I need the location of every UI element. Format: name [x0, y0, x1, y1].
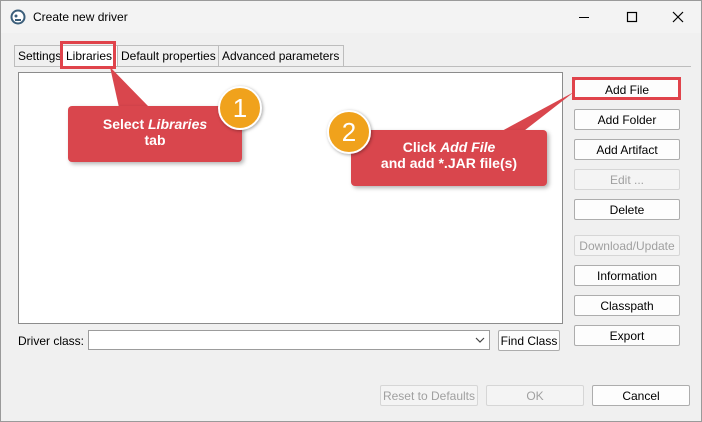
chevron-down-icon [475, 337, 485, 343]
driver-class-combo[interactable] [88, 330, 490, 350]
window-title: Create new driver [33, 10, 128, 24]
step2-badge: 2 [327, 110, 371, 154]
reset-defaults-button[interactable]: Reset to Defaults [380, 385, 478, 406]
delete-button[interactable]: Delete [574, 199, 680, 220]
add-folder-button[interactable]: Add Folder [574, 109, 680, 130]
add-artifact-button[interactable]: Add Artifact [574, 139, 680, 160]
classpath-button[interactable]: Classpath [574, 295, 680, 316]
callout2-emphasis: Add File [440, 139, 496, 155]
close-button[interactable] [655, 1, 701, 33]
callout1-line2: tab [144, 132, 166, 148]
minimize-icon [579, 17, 589, 18]
callout-add-file: Click Add File and add *.JAR file(s) [351, 130, 547, 186]
callout1-text: Select [102, 116, 148, 132]
tab-default-properties[interactable]: Default properties [117, 45, 221, 67]
callout-select-libraries: Select Libraries tab [68, 106, 242, 162]
export-button[interactable]: Export [574, 325, 680, 346]
maximize-button[interactable] [609, 1, 655, 33]
ok-button[interactable]: OK [486, 385, 584, 406]
title-bar: Create new driver [1, 1, 701, 33]
information-button[interactable]: Information [574, 265, 680, 286]
minimize-button[interactable] [561, 1, 607, 33]
driver-class-label: Driver class: [18, 334, 85, 348]
tab-advanced-parameters[interactable]: Advanced parameters [218, 45, 344, 67]
step1-badge: 1 [218, 86, 262, 130]
cancel-button[interactable]: Cancel [592, 385, 690, 406]
dbeaver-app-icon [10, 9, 26, 25]
callout1-emphasis: Libraries [148, 116, 208, 132]
maximize-icon [626, 11, 638, 23]
edit-button[interactable]: Edit ... [574, 169, 680, 190]
download-update-button[interactable]: Download/Update [574, 235, 680, 256]
find-class-button[interactable]: Find Class [498, 330, 560, 351]
close-icon [672, 11, 684, 23]
tab-settings[interactable]: Settings [14, 45, 64, 67]
add-file-highlight [572, 77, 681, 100]
libraries-tab-highlight [60, 41, 116, 69]
callout2-line2: and add *.JAR file(s) [380, 155, 518, 171]
callout2-text: Click [402, 139, 441, 155]
